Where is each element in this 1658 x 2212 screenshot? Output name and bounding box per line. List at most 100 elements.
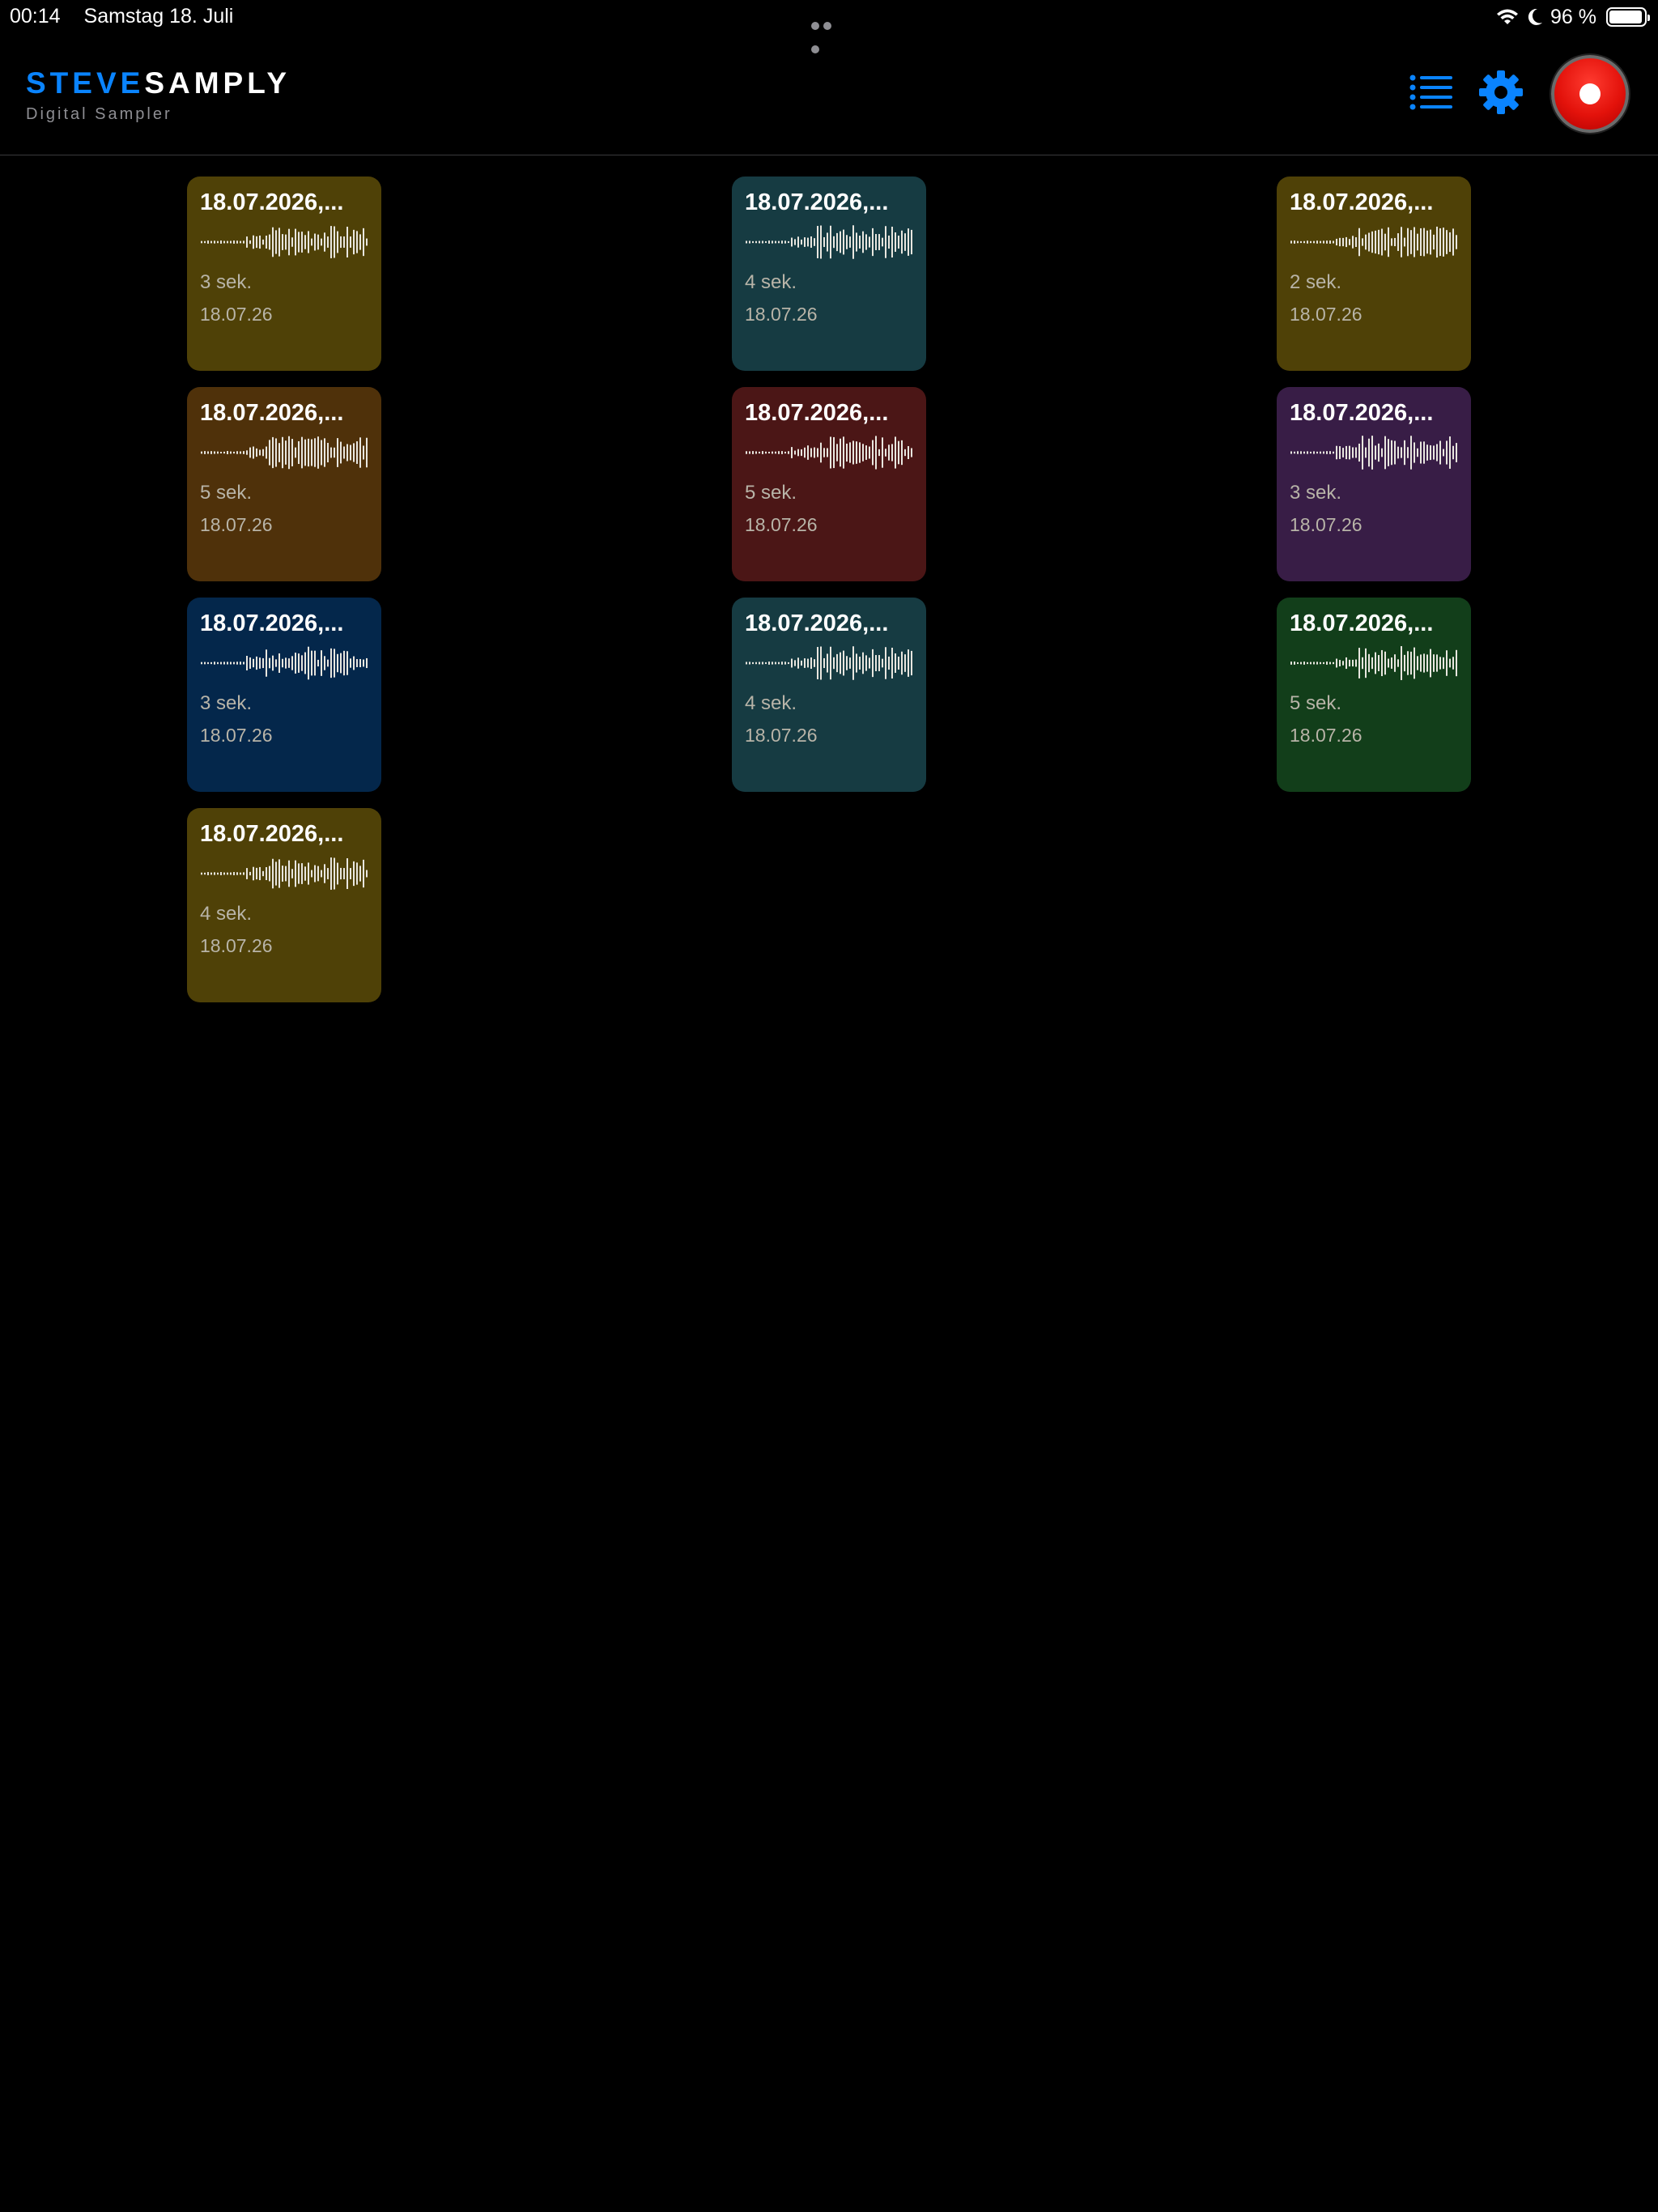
waveform-bar: [282, 437, 283, 469]
waveform-bar: [366, 438, 368, 468]
waveform-bar: [1375, 445, 1376, 461]
waveform-bar: [1433, 445, 1435, 460]
waveform-bar: [353, 230, 355, 255]
waveform-bar: [1362, 436, 1363, 470]
sample-title: 18.07.2026,...: [745, 610, 889, 636]
waveform-bar: [1310, 241, 1312, 244]
waveform-bar: [269, 440, 270, 466]
waveform-bar: [1290, 661, 1292, 666]
waveform-bar: [765, 452, 767, 454]
settings-button[interactable]: [1478, 70, 1524, 115]
waveform-bar: [259, 867, 261, 881]
waveform-bar: [1313, 241, 1315, 244]
status-left: 00:14 Samstag 18. Juli: [10, 5, 251, 28]
waveform-bar: [765, 662, 767, 665]
sample-card[interactable]: 18.07.2026,... 5 sek. 18.07.26: [732, 387, 926, 581]
waveform-bar: [262, 449, 264, 457]
waveform-bar: [817, 226, 818, 259]
waveform-bar: [240, 872, 241, 875]
waveform-bar: [359, 234, 361, 250]
waveform-bar: [311, 439, 312, 466]
waveform-bar: [298, 863, 300, 884]
sample-title: 18.07.2026,...: [1290, 189, 1434, 215]
waveform-bar: [772, 451, 773, 454]
waveform-bar: [334, 226, 335, 258]
multitasking-dots-icon[interactable]: [811, 12, 847, 53]
battery-icon: [1606, 7, 1650, 27]
waveform-bar: [875, 655, 877, 672]
waveform-bar: [230, 451, 232, 454]
waveform-bar: [236, 240, 238, 245]
waveform-bar: [301, 655, 303, 672]
waveform-bar: [807, 445, 809, 461]
waveform-bar: [1436, 227, 1438, 258]
waveform-bar: [1320, 451, 1321, 454]
waveform-bar: [266, 236, 267, 249]
waveform-bar: [304, 866, 306, 882]
waveform-bar: [891, 444, 893, 462]
waveform-bar: [911, 651, 912, 676]
waveform-bar: [1384, 234, 1386, 251]
waveform-bar: [201, 241, 202, 244]
sample-card[interactable]: 18.07.2026,... 3 sek. 18.07.26: [187, 598, 381, 792]
waveform-bar: [882, 237, 883, 247]
waveform-bar: [314, 865, 316, 883]
sample-title: 18.07.2026,...: [745, 189, 889, 215]
waveform-bar: [759, 661, 760, 665]
waveform-bar: [227, 872, 228, 875]
waveform-bar: [804, 448, 806, 458]
waveform-bar: [262, 871, 264, 877]
waveform-bar: [210, 872, 212, 875]
sample-date: 18.07.26: [1290, 514, 1363, 536]
waveform-bar: [1329, 451, 1331, 455]
waveform-bar: [1410, 652, 1412, 675]
sample-card[interactable]: 18.07.2026,... 5 sek. 18.07.26: [187, 387, 381, 581]
sample-card[interactable]: 18.07.2026,... 3 sek. 18.07.26: [1277, 387, 1471, 581]
waveform-bar: [840, 231, 841, 253]
waveform-bar: [856, 232, 857, 252]
sample-card[interactable]: 18.07.2026,... 5 sek. 18.07.26: [1277, 598, 1471, 792]
waveform-bar: [288, 658, 290, 669]
waveform-bar: [797, 657, 799, 670]
waveform-bar: [330, 857, 332, 891]
record-icon: [1579, 83, 1601, 104]
waveform-bar: [843, 650, 844, 676]
waveform-bar: [1300, 241, 1302, 244]
sample-duration: 3 sek.: [200, 692, 253, 715]
waveform-bar: [340, 441, 342, 464]
brand-subtitle: Digital Sampler: [26, 105, 172, 123]
list-view-button[interactable]: [1409, 73, 1454, 110]
record-button[interactable]: [1551, 55, 1629, 133]
sample-card[interactable]: 18.07.2026,... 2 sek. 18.07.26: [1277, 177, 1471, 371]
waveform-bar: [1352, 660, 1354, 667]
waveform-bar: [908, 446, 909, 460]
waveform-bar: [1365, 234, 1367, 250]
waveform-bar: [1394, 654, 1396, 673]
waveform-bar: [1290, 240, 1292, 244]
sample-card[interactable]: 18.07.2026,... 4 sek. 18.07.26: [732, 177, 926, 371]
sample-card[interactable]: 18.07.2026,... 3 sek. 18.07.26: [187, 177, 381, 371]
waveform-bar: [1307, 451, 1308, 454]
waveform-bar: [846, 444, 848, 462]
waveform-bar: [895, 436, 896, 469]
waveform-bar: [346, 858, 348, 890]
sample-card[interactable]: 18.07.2026,... 4 sek. 18.07.26: [187, 808, 381, 1002]
waveform-bar: [1407, 447, 1409, 459]
waveform-bar: [804, 237, 806, 248]
waveform-bar: [249, 657, 251, 670]
sample-card[interactable]: 18.07.2026,... 4 sek. 18.07.26: [732, 598, 926, 792]
waveform-bar: [1433, 235, 1435, 250]
waveform-bar: [836, 444, 838, 462]
waveform-bar: [1410, 230, 1412, 255]
waveform-bar: [772, 240, 773, 244]
waveform-bar: [788, 241, 789, 244]
waveform-bar: [1430, 229, 1431, 255]
waveform-bar: [1303, 661, 1305, 666]
waveform-bar: [343, 236, 345, 249]
waveform-bar: [233, 872, 235, 876]
waveform-bar: [236, 661, 238, 666]
sample-duration: 2 sek.: [1290, 271, 1342, 294]
waveform-bar: [1326, 240, 1328, 245]
waveform-bar: [1320, 241, 1321, 244]
waveform-bar: [888, 445, 890, 462]
